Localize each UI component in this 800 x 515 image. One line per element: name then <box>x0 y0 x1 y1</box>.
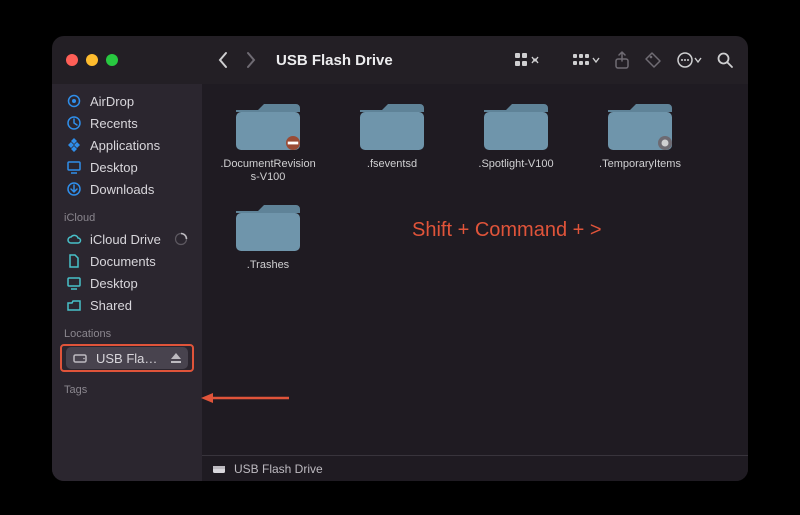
finder-window: USB Flash Drive <box>52 36 748 481</box>
sidebar-item-label: AirDrop <box>90 94 134 109</box>
close-window-button[interactable] <box>66 54 78 66</box>
group-icon <box>572 51 600 69</box>
badge-icon <box>658 136 672 150</box>
doc-icon <box>66 253 82 269</box>
chevron-left-icon <box>216 51 230 69</box>
share-icon <box>614 51 630 69</box>
no-entry-badge-icon <box>286 136 300 150</box>
chevron-right-icon <box>244 51 258 69</box>
titlebar: USB Flash Drive <box>52 36 748 84</box>
drive-icon <box>72 350 88 366</box>
sidebar-item-desktop[interactable]: Desktop <box>60 272 194 294</box>
sidebar-item-label: Applications <box>90 138 160 153</box>
sidebar: AirDrop Recents Applications Desktop Downloa… <box>52 84 202 481</box>
tag-icon <box>644 51 662 69</box>
sidebar-item-documents[interactable]: Documents <box>60 250 194 272</box>
sidebar-item-label: USB Flash… <box>96 351 162 366</box>
tag-button[interactable] <box>644 51 662 69</box>
sidebar-item-recents[interactable]: Recents <box>60 112 194 134</box>
group-by-button[interactable] <box>572 51 600 69</box>
file-label: .Trashes <box>247 259 289 272</box>
actions-button[interactable] <box>676 51 702 69</box>
file-label: .fseventsd <box>367 158 417 171</box>
grid-icon <box>514 51 540 69</box>
clock-icon <box>66 115 82 131</box>
annotation-hint: Shift + Command + > <box>412 219 602 242</box>
drive-small-icon <box>212 463 226 475</box>
sidebar-item-desktop[interactable]: Desktop <box>60 156 194 178</box>
search-icon <box>716 51 734 69</box>
desktop-icon <box>66 159 82 175</box>
folder-item[interactable]: .Spotlight-V100 <box>466 98 566 183</box>
forward-button[interactable] <box>244 51 258 69</box>
airdrop-icon <box>66 93 82 109</box>
folder-icon <box>356 98 428 154</box>
sidebar-item-downloads[interactable]: Downloads <box>60 178 194 200</box>
more-icon <box>676 51 702 69</box>
folder-icon <box>232 199 304 255</box>
file-browser: .DocumentRevisions-V100 .fseventsd .Spotli… <box>202 84 748 481</box>
view-mode-button[interactable] <box>514 51 540 69</box>
file-label: .DocumentRevisions-V100 <box>218 158 318 183</box>
sidebar-item-airdrop[interactable]: AirDrop <box>60 90 194 112</box>
sidebar-item-label: Downloads <box>90 182 154 197</box>
sidebar-section-tags: Tags <box>64 384 190 396</box>
folder-icon <box>480 98 552 154</box>
window-title: USB Flash Drive <box>276 52 393 69</box>
sidebar-section-locations: Locations <box>64 328 190 340</box>
search-button[interactable] <box>716 51 734 69</box>
folder-icon <box>232 98 304 154</box>
minimize-window-button[interactable] <box>86 54 98 66</box>
toolbar: USB Flash Drive <box>202 51 748 69</box>
folder-item[interactable]: .fseventsd <box>342 98 442 183</box>
sidebar-item-label: Desktop <box>90 160 138 175</box>
path-bar-label: USB Flash Drive <box>234 462 323 476</box>
sidebar-item-label: Documents <box>90 254 156 269</box>
app-icon <box>66 137 82 153</box>
zoom-window-button[interactable] <box>106 54 118 66</box>
cloud-icon <box>66 231 82 247</box>
sidebar-item-label: Recents <box>90 116 138 131</box>
sidebar-item-label: Desktop <box>90 276 138 291</box>
annotation-highlight: USB Flash… <box>60 344 194 372</box>
sidebar-item-label: iCloud Drive <box>90 232 161 247</box>
window-body: AirDrop Recents Applications Desktop Downloa… <box>52 84 748 481</box>
folder-item[interactable]: .TemporaryItems <box>590 98 690 183</box>
desktop-icon <box>66 275 82 291</box>
traffic-lights <box>52 54 202 66</box>
progress-icon <box>174 232 188 246</box>
sidebar-item-shared[interactable]: Shared <box>60 294 194 316</box>
folder-item[interactable]: .Trashes <box>218 199 318 272</box>
sidebar-item-applications[interactable]: Applications <box>60 134 194 156</box>
file-label: .Spotlight-V100 <box>478 158 553 171</box>
shared-icon <box>66 297 82 313</box>
sidebar-item-label: Shared <box>90 298 132 313</box>
share-button[interactable] <box>614 51 630 69</box>
sidebar-item-icloud-drive[interactable]: iCloud Drive <box>60 228 194 250</box>
downloads-icon <box>66 181 82 197</box>
sidebar-section-icloud: iCloud <box>64 212 190 224</box>
annotation-arrow <box>201 388 291 408</box>
sidebar-item-usb-flash-[interactable]: USB Flash… <box>66 347 188 369</box>
back-button[interactable] <box>216 51 230 69</box>
path-bar[interactable]: USB Flash Drive <box>202 455 748 481</box>
eject-icon[interactable] <box>170 352 182 364</box>
folder-item[interactable]: .DocumentRevisions-V100 <box>218 98 318 183</box>
folder-icon <box>604 98 676 154</box>
